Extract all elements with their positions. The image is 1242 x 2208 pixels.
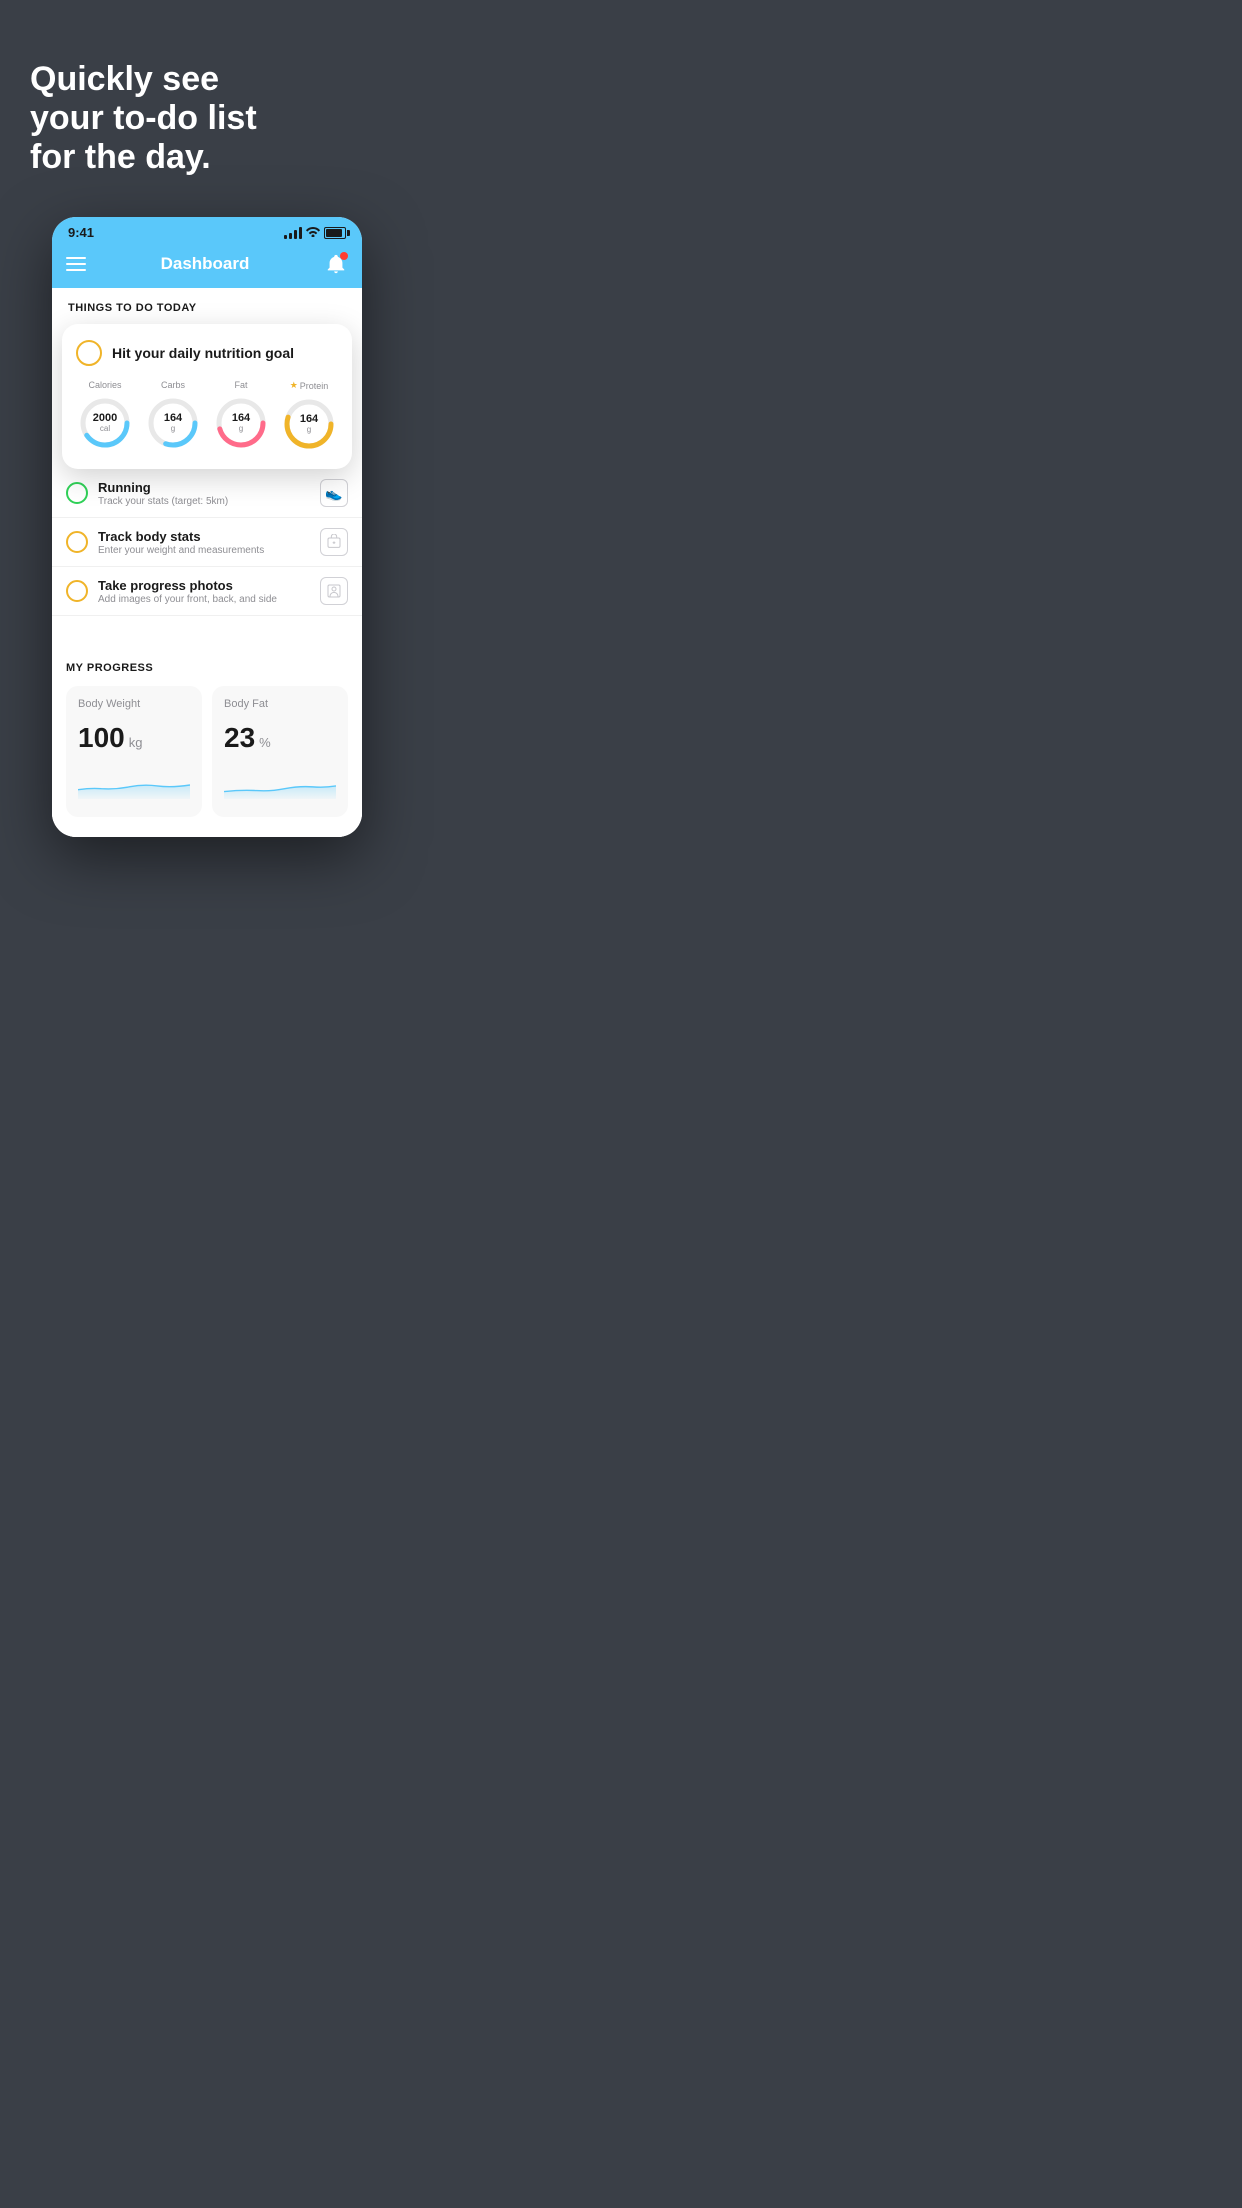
photos-subtitle: Add images of your front, back, and side [98, 594, 310, 605]
progress-cards: Body Weight 100 kg [66, 686, 348, 817]
section-header-todo: THINGS TO DO TODAY [52, 288, 362, 324]
todo-item-body-stats[interactable]: Track body stats Enter your weight and m… [52, 518, 362, 567]
body-weight-card[interactable]: Body Weight 100 kg [66, 686, 202, 817]
protein-value: 164 g [300, 414, 318, 434]
nutrition-fat: Fat 164 g [212, 380, 270, 453]
running-text: Running Track your stats (target: 5km) [98, 480, 310, 507]
running-subtitle: Track your stats (target: 5km) [98, 496, 310, 507]
carbs-donut: 164 g [144, 394, 202, 452]
body-weight-value-row: 100 kg [78, 722, 190, 754]
nutrition-carbs: Carbs 164 g [144, 380, 202, 453]
body-fat-value-row: 23 % [224, 722, 336, 754]
menu-icon[interactable] [66, 257, 86, 271]
body-weight-unit: kg [129, 735, 143, 750]
body-fat-number: 23 [224, 722, 255, 754]
body-fat-card[interactable]: Body Fat 23 % [212, 686, 348, 817]
tagline: Quickly see your to-do list for the day. [0, 40, 414, 217]
person-icon [326, 583, 342, 599]
nutrition-card: Hit your daily nutrition goal Calories [62, 324, 352, 469]
status-icons [284, 226, 346, 240]
body-weight-chart [78, 770, 190, 800]
running-check-circle [66, 482, 88, 504]
nutrition-calories: Calories 2000 cal [76, 380, 134, 453]
progress-section: MY PROGRESS Body Weight 100 kg [52, 646, 362, 837]
photos-text: Take progress photos Add images of your … [98, 578, 310, 605]
todo-item-running[interactable]: Running Track your stats (target: 5km) 👟 [52, 469, 362, 518]
nutrition-check-circle[interactable] [76, 340, 102, 366]
status-time: 9:41 [68, 225, 94, 240]
body-weight-number: 100 [78, 722, 125, 754]
nav-bar: Dashboard [52, 244, 362, 288]
phone-mockup: 9:41 Dashboard [52, 217, 362, 837]
calories-donut: 2000 cal [76, 394, 134, 452]
fat-value: 164 g [232, 413, 250, 433]
body-stats-title: Track body stats [98, 529, 310, 544]
signal-icon [284, 227, 302, 239]
notification-bell-icon[interactable] [324, 252, 348, 276]
carbs-label: Carbs [161, 380, 185, 390]
battery-icon [324, 227, 346, 239]
calories-value: 2000 cal [93, 413, 117, 433]
protein-donut: 164 g [280, 395, 338, 453]
progress-title: MY PROGRESS [66, 662, 348, 674]
protein-label-row: ★ Protein [290, 380, 329, 391]
fat-label: Fat [234, 380, 247, 390]
body-stats-subtitle: Enter your weight and measurements [98, 545, 310, 556]
nutrition-grid: Calories 2000 cal [76, 380, 338, 453]
nutrition-card-title: Hit your daily nutrition goal [112, 345, 294, 361]
body-fat-chart [224, 770, 336, 800]
photos-title: Take progress photos [98, 578, 310, 593]
scale-icon-box [320, 528, 348, 556]
body-fat-unit: % [259, 735, 271, 750]
body-weight-label: Body Weight [78, 698, 190, 710]
photos-check-circle [66, 580, 88, 602]
todo-item-photos[interactable]: Take progress photos Add images of your … [52, 567, 362, 616]
running-title: Running [98, 480, 310, 495]
body-stats-check-circle [66, 531, 88, 553]
page-wrapper: Quickly see your to-do list for the day.… [0, 0, 414, 867]
fat-donut: 164 g [212, 394, 270, 452]
star-icon: ★ [290, 380, 298, 391]
nutrition-protein: ★ Protein 164 g [280, 380, 338, 453]
person-icon-box [320, 577, 348, 605]
calories-label: Calories [88, 380, 121, 390]
body-fat-label: Body Fat [224, 698, 336, 710]
nav-title: Dashboard [161, 254, 250, 274]
phone-content: THINGS TO DO TODAY Hit your daily nutrit… [52, 288, 362, 837]
scale-icon [326, 534, 342, 550]
status-bar: 9:41 [52, 217, 362, 244]
carbs-value: 164 g [164, 413, 182, 433]
card-title-row: Hit your daily nutrition goal [76, 340, 338, 366]
protein-label: Protein [300, 381, 329, 391]
body-stats-text: Track body stats Enter your weight and m… [98, 529, 310, 556]
wifi-icon [306, 226, 320, 240]
todo-list: Running Track your stats (target: 5km) 👟… [52, 469, 362, 616]
shoe-icon: 👟 [325, 485, 342, 502]
running-icon-box: 👟 [320, 479, 348, 507]
